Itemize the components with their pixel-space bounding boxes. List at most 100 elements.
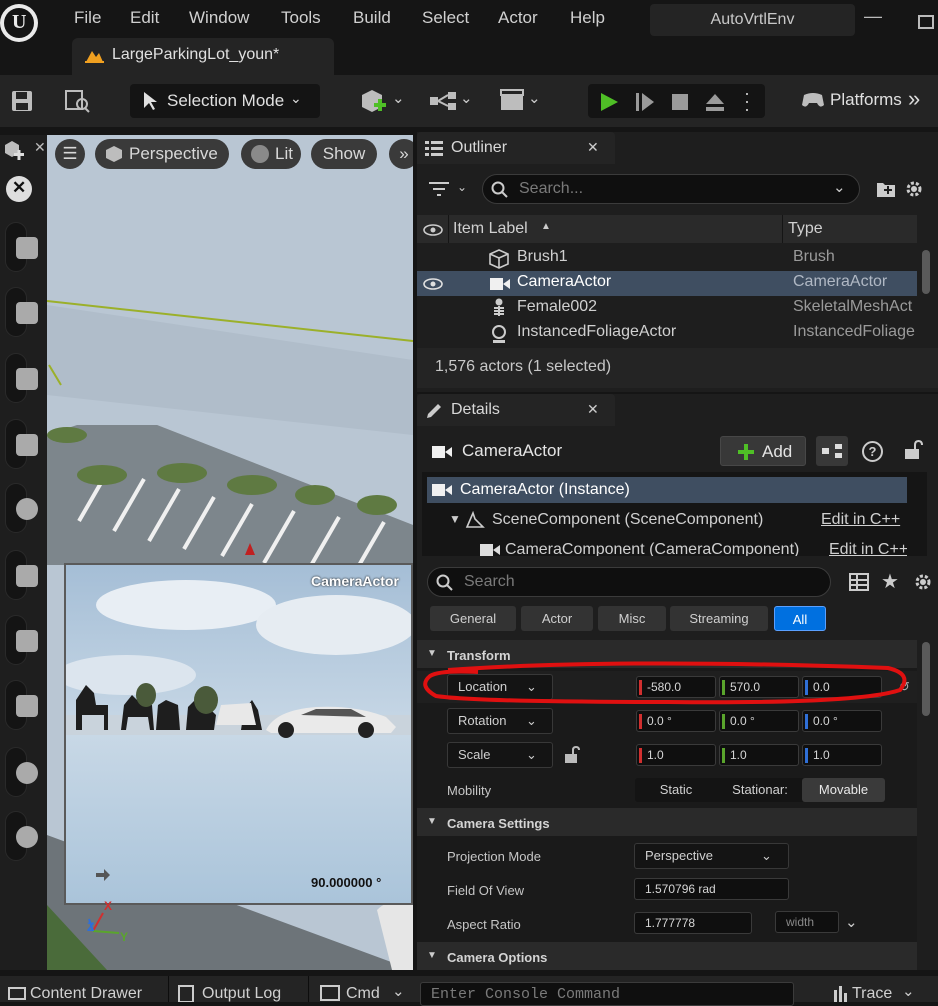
menu-select[interactable]: Select	[422, 8, 469, 28]
perspective-button[interactable]: Perspective	[95, 139, 229, 169]
scale-y-field[interactable]: 1.0	[719, 744, 799, 766]
filter-chevron-icon[interactable]: ⌄	[457, 180, 467, 194]
menu-window[interactable]: Window	[189, 8, 249, 28]
place-actors-icon[interactable]	[2, 139, 24, 161]
filter-general[interactable]: General	[430, 606, 516, 631]
content-drawer-icon[interactable]	[8, 984, 26, 1000]
sphere-button-3[interactable]	[5, 811, 38, 861]
console-input[interactable]: Enter Console Command	[420, 982, 794, 1006]
add-folder-icon[interactable]	[876, 180, 896, 198]
camera-settings-category[interactable]: ▼ Camera Settings	[417, 808, 917, 836]
table-view-icon[interactable]	[849, 573, 869, 591]
close-details-icon[interactable]: ✕	[587, 401, 599, 418]
cmd-chevron-icon[interactable]: ⌄	[392, 982, 405, 1000]
visibility-icon[interactable]	[423, 277, 443, 291]
overflow-chevron-icon[interactable]: »	[908, 86, 920, 112]
menu-edit[interactable]: Edit	[130, 8, 159, 28]
maximize-icon[interactable]	[918, 15, 934, 29]
favorite-star-icon[interactable]: ★	[881, 569, 899, 594]
close-mode-icon[interactable]: ✕	[6, 176, 32, 202]
camera-options-category[interactable]: ▼ Camera Options	[417, 942, 917, 970]
fov-field[interactable]: 1.570796 rad	[634, 878, 789, 900]
mobility-stationary[interactable]: Stationar:	[719, 778, 801, 802]
browse-level-icon[interactable]	[64, 87, 92, 115]
component-row-scene[interactable]: ▼ SceneComponent (SceneComponent) Edit i…	[427, 507, 907, 533]
blueprint-button[interactable]	[816, 436, 848, 466]
outliner-tab[interactable]: Outliner ✕	[417, 132, 615, 164]
play-icon[interactable]	[598, 91, 620, 113]
rotation-y-field[interactable]: 0.0 °	[719, 710, 799, 732]
sphere-button[interactable]	[5, 483, 38, 533]
filter-icon[interactable]	[429, 180, 451, 198]
aspect-chevron-icon[interactable]: ⌄	[845, 913, 858, 931]
basic-shape-button[interactable]	[5, 222, 38, 272]
help-icon[interactable]: ?	[862, 441, 883, 462]
info-button-1[interactable]	[5, 615, 38, 665]
component-row-camera[interactable]: CameraComponent (CameraComponent) Edit i…	[427, 536, 907, 556]
unlock-icon[interactable]	[903, 440, 923, 460]
blueprint-icon[interactable]	[428, 91, 462, 111]
mobility-static[interactable]: Static	[635, 778, 717, 802]
details-settings-gear-icon[interactable]	[913, 572, 933, 592]
details-tab[interactable]: Details ✕	[417, 394, 615, 426]
component-row-instance[interactable]: CameraActor (Instance)	[427, 477, 907, 503]
level-viewport[interactable]: ☰ Perspective Lit Show » 90.000000 ° Cam…	[47, 135, 413, 970]
save-icon[interactable]	[10, 89, 34, 113]
cmd-dropdown[interactable]: Cmd	[346, 985, 380, 1003]
search-chevron-icon[interactable]: ⌄	[833, 178, 846, 196]
viewport-menu-button[interactable]: ☰	[55, 139, 85, 169]
lit-button[interactable]: Lit	[241, 139, 301, 169]
edit-in-cpp-link[interactable]: Edit in C++	[821, 511, 900, 529]
menu-help[interactable]: Help	[570, 8, 605, 28]
rotation-x-field[interactable]: 0.0 °	[636, 710, 716, 732]
close-strip-icon[interactable]: ✕	[34, 139, 46, 156]
outliner-row[interactable]: InstancedFoliageActor InstancedFoliage	[417, 321, 917, 346]
edit-in-cpp-link[interactable]: Edit in C++	[829, 541, 907, 556]
cinematics-icon[interactable]	[498, 87, 526, 113]
viewport-overflow-button[interactable]: »	[389, 139, 413, 169]
more-options-icon[interactable]: · · ·	[744, 84, 750, 118]
mobility-movable[interactable]: Movable	[802, 778, 885, 802]
blueprint-chevron-icon[interactable]: ⌄	[460, 89, 473, 107]
outliner-row[interactable]: Female002 SkeletalMeshAct	[417, 296, 917, 321]
platforms-icon[interactable]	[800, 89, 826, 111]
close-outliner-icon[interactable]: ✕	[587, 139, 599, 156]
type-column-header[interactable]: Type	[788, 220, 823, 238]
show-button[interactable]: Show	[311, 139, 377, 169]
scale-x-field[interactable]: 1.0	[636, 744, 716, 766]
trace-dropdown[interactable]: Trace	[852, 985, 892, 1003]
scale-z-field[interactable]: 1.0	[802, 744, 882, 766]
menu-file[interactable]: File	[74, 8, 101, 28]
filter-streaming[interactable]: Streaming	[670, 606, 768, 631]
minimize-icon[interactable]: —	[864, 6, 882, 27]
add-actor-icon[interactable]	[358, 87, 388, 115]
aspect-ratio-field[interactable]: 1.777778	[634, 912, 752, 934]
filter-all[interactable]: All	[774, 606, 826, 631]
advance-frame-icon[interactable]	[634, 91, 656, 113]
selection-mode-dropdown[interactable]: Selection Mode ⌄	[130, 84, 320, 118]
visual-effects-button[interactable]	[5, 353, 38, 403]
scale-dropdown[interactable]: Scale ⌄	[447, 742, 553, 768]
details-search-input[interactable]: Search	[427, 567, 831, 597]
scale-lock-icon[interactable]	[563, 746, 581, 764]
unreal-logo-icon[interactable]: U	[0, 4, 38, 42]
outliner-scrollbar[interactable]	[922, 250, 930, 294]
item-label-column-header[interactable]: Item Label	[453, 220, 528, 238]
outliner-search-input[interactable]: Search... ⌄	[482, 174, 860, 204]
add-actor-chevron-icon[interactable]: ⌄	[392, 89, 405, 107]
outliner-row[interactable]: Brush1 Brush	[417, 246, 917, 271]
lights-button[interactable]	[5, 287, 38, 337]
aspect-width-field[interactable]: width	[775, 911, 839, 933]
stop-icon[interactable]	[670, 92, 690, 112]
output-log-button[interactable]: Output Log	[202, 985, 281, 1003]
content-drawer-button[interactable]: Content Drawer	[30, 985, 142, 1003]
info-button-2[interactable]	[5, 680, 38, 730]
filter-misc[interactable]: Misc	[598, 606, 666, 631]
level-tab[interactable]: LargeParkingLot_youn*	[72, 38, 334, 75]
menu-actor[interactable]: Actor	[498, 8, 538, 28]
output-log-icon[interactable]	[178, 984, 194, 1002]
sphere-button-2[interactable]	[5, 747, 38, 797]
expand-arrow-icon[interactable]: ▼	[449, 512, 461, 526]
menu-tools[interactable]: Tools	[281, 8, 321, 28]
cinematic-button[interactable]	[5, 550, 38, 600]
